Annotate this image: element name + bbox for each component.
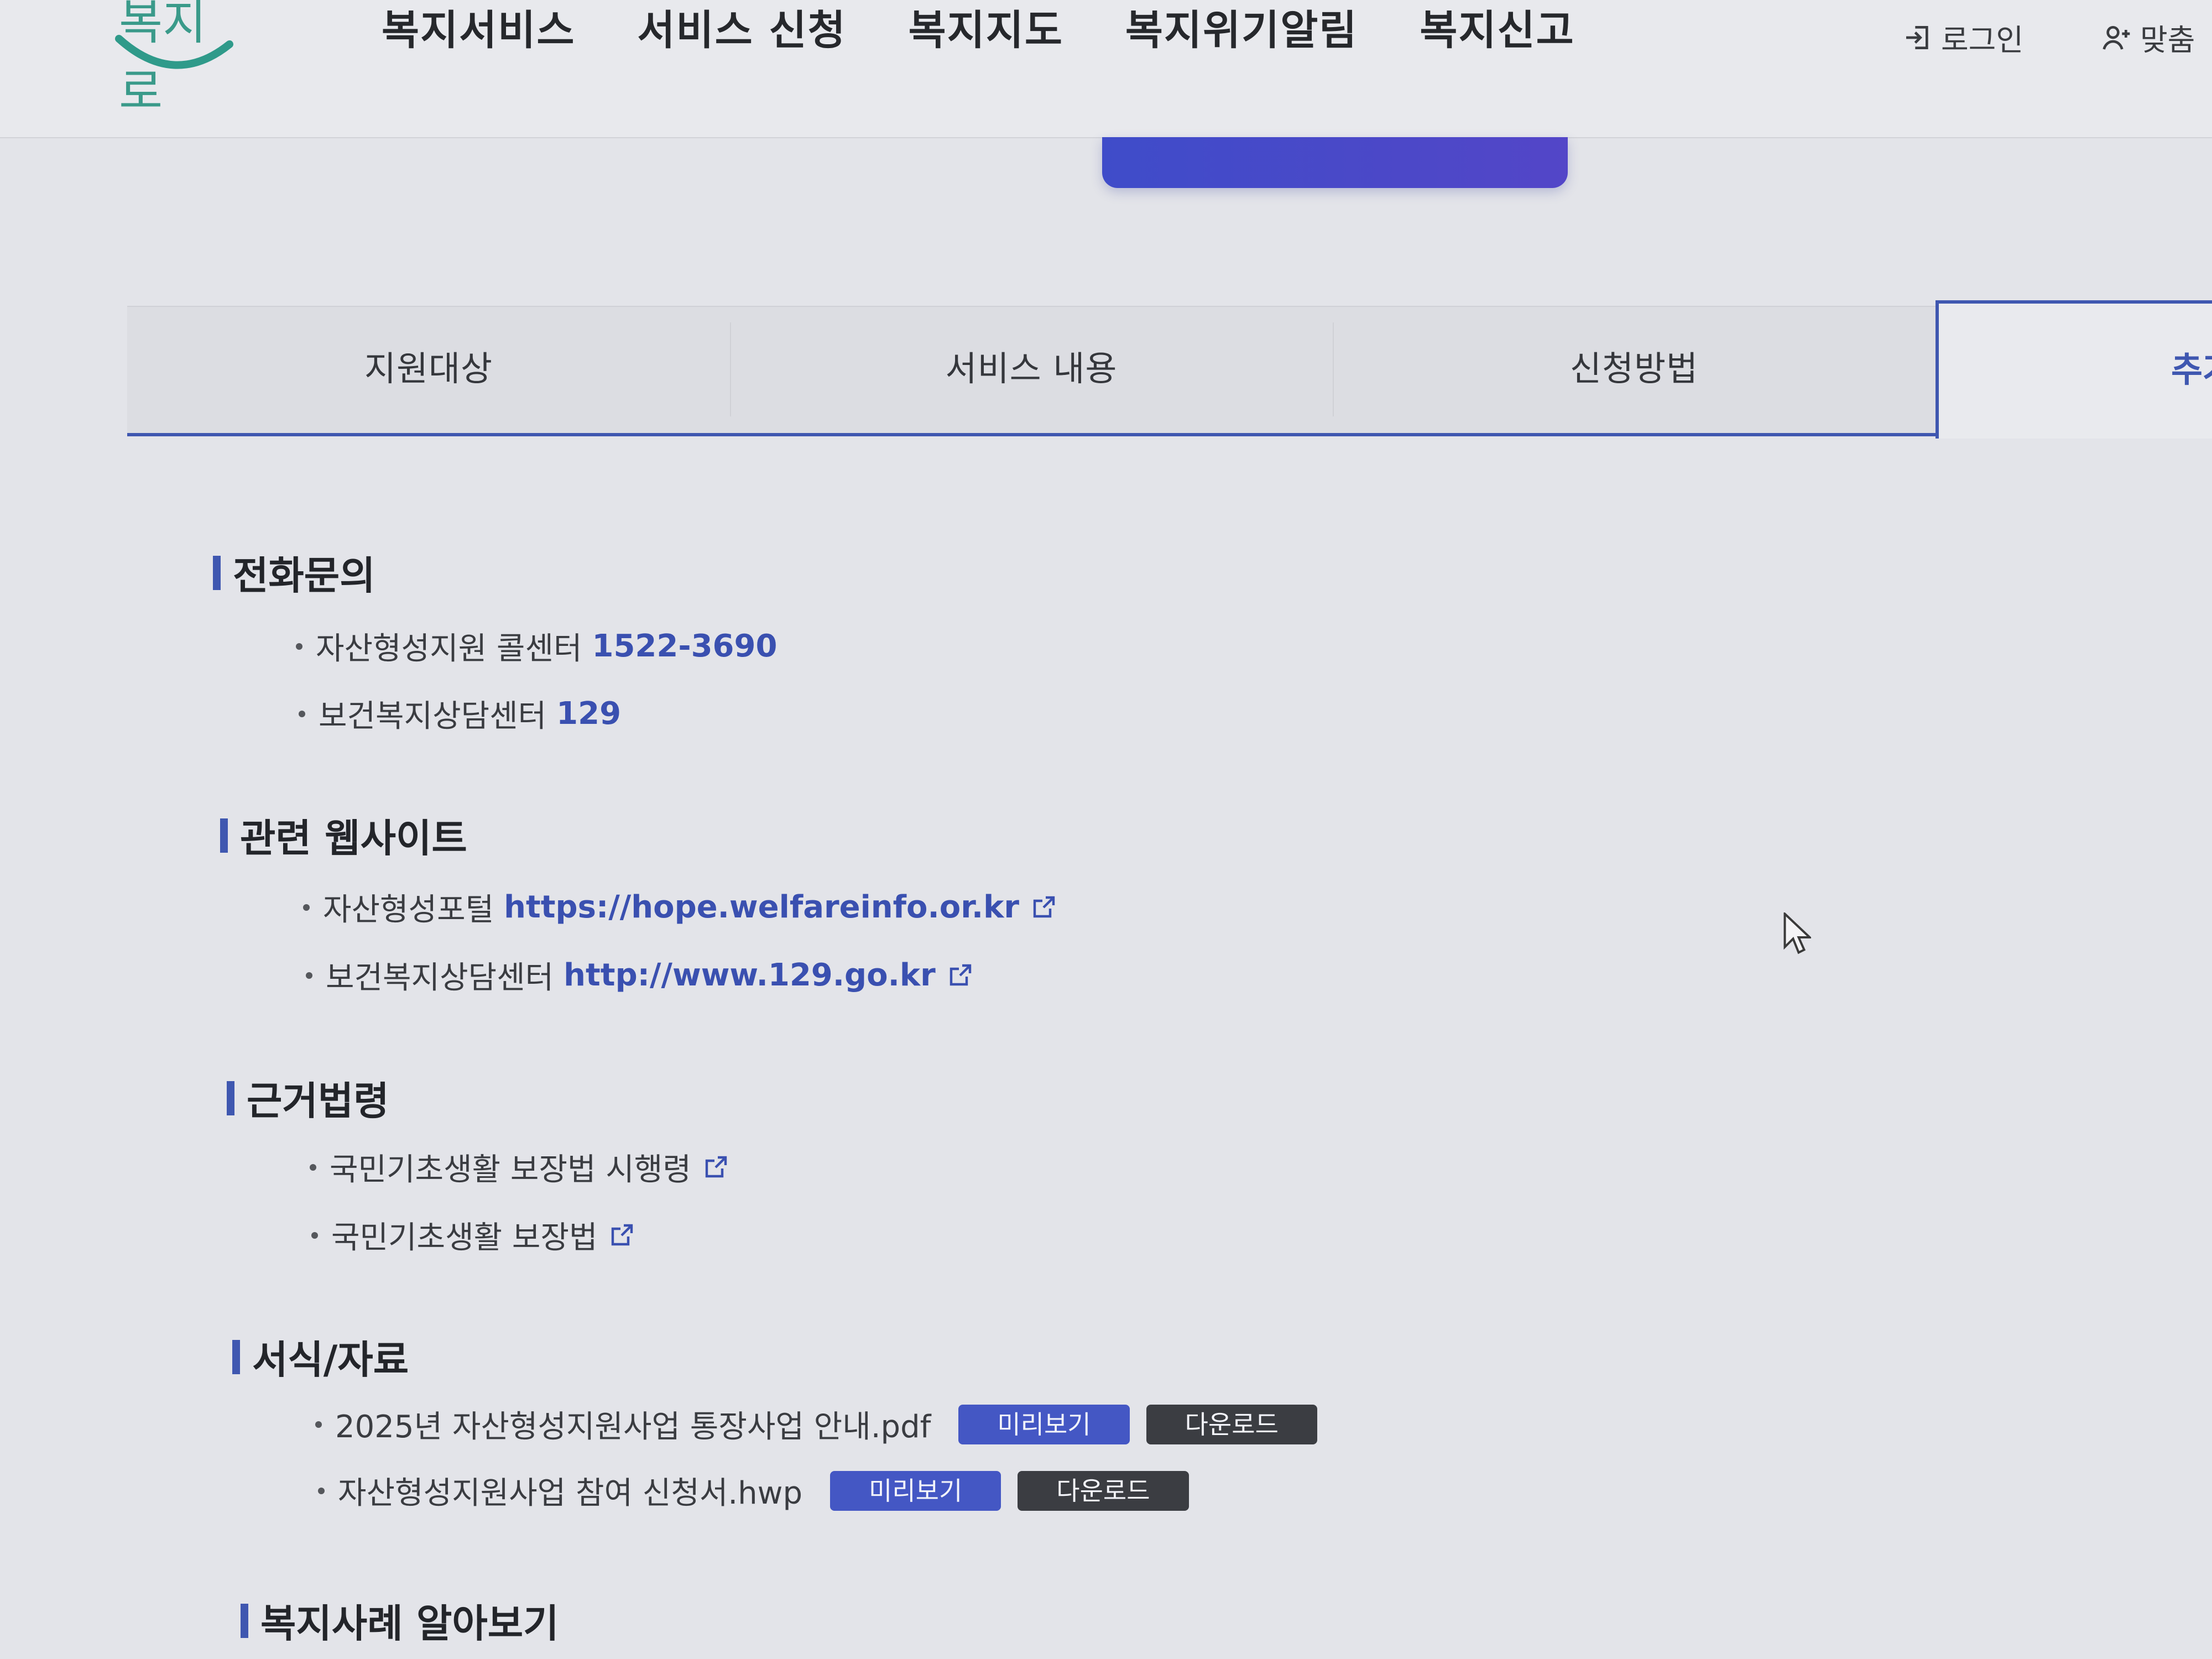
bullet — [306, 972, 312, 979]
tab-target[interactable]: 지원대상 — [127, 306, 730, 432]
file-name: 자산형성지원사업 참여 신청서.hwp — [338, 1475, 803, 1511]
website-link[interactable]: https://hope.welfareinfo.or.kr — [504, 889, 1019, 925]
list-item: 자산형성지원사업 참여 신청서.hwp 미리보기 다운로드 — [318, 1468, 1189, 1513]
nav-welfare-report[interactable]: 복지신고 — [1420, 0, 1574, 61]
section-cases: 복지사례 알아보기 — [241, 1593, 559, 1648]
tab-additional-info[interactable]: 추가 — [1936, 300, 2212, 439]
section-bar — [227, 1081, 234, 1115]
list-item: 자산형성포털 https://hope.welfareinfo.or.kr — [303, 885, 1057, 930]
phone-label: 보건복지상담센터 — [319, 698, 547, 734]
law-label: 국민기초생활 보장법 시행령 — [330, 1152, 691, 1188]
list-item: 자산형성지원 콜센터 1522-3690 — [296, 624, 777, 669]
detail-tabs: 지원대상 서비스 내용 신청방법 추가 — [127, 300, 2212, 439]
section-title: 관련 웹사이트 — [220, 807, 467, 863]
section-bar — [232, 1339, 240, 1374]
user-plus-icon — [2103, 25, 2130, 50]
phone-number[interactable]: 129 — [556, 696, 621, 732]
list-item: 보건복지상담센터 129 — [299, 691, 621, 736]
bullet — [296, 643, 302, 650]
section-bar — [241, 1603, 248, 1638]
site-header: 복지로 복지서비스 서비스 신청 복지지도 복지위기알림 복지신고 로그인 맞춤 — [0, 0, 2212, 138]
section-bar — [213, 555, 221, 590]
external-link-icon[interactable] — [947, 962, 973, 989]
section-phone-title: 전화문의 — [233, 553, 375, 598]
preview-button[interactable]: 미리보기 — [958, 1404, 1130, 1444]
login-icon — [1906, 25, 1928, 49]
custom-link[interactable]: 맞춤 — [2101, 15, 2195, 59]
external-link-icon[interactable] — [702, 1154, 729, 1181]
nav-welfare-map[interactable]: 복지지도 — [909, 0, 1063, 61]
main-nav: 복지서비스 서비스 신청 복지지도 복지위기알림 복지신고 — [382, 0, 1575, 61]
section-laws: 근거법령 — [227, 1070, 389, 1126]
section-forms-title: 서식/자료 — [252, 1337, 409, 1383]
external-link-icon[interactable] — [608, 1222, 635, 1249]
phone-label: 자산형성지원 콜센터 — [316, 631, 582, 667]
section-phone: 전화문의 — [213, 545, 375, 601]
download-button[interactable]: 다운로드 — [1146, 1404, 1317, 1444]
section-cases-title: 복지사례 알아보기 — [260, 1601, 559, 1646]
bullet — [315, 1421, 322, 1428]
law-label: 국민기초생활 보장법 — [331, 1220, 598, 1256]
preview-button[interactable]: 미리보기 — [830, 1470, 1001, 1511]
mouse-cursor-icon — [1783, 912, 1811, 954]
website-link[interactable]: http://www.129.go.kr — [564, 957, 936, 993]
list-item: 국민기초생활 보장법 — [311, 1213, 635, 1258]
list-item: 2025년 자산형성지원사업 통장사업 안내.pdf 미리보기 다운로드 — [315, 1402, 1317, 1447]
section-bar — [220, 818, 228, 853]
custom-label: 맞춤 — [2140, 23, 2195, 58]
service-action-button[interactable] — [1102, 137, 1568, 188]
download-button[interactable]: 다운로드 — [1018, 1470, 1189, 1511]
section-title: 전화문의 — [213, 545, 375, 601]
website-label: 자산형성포털 — [323, 892, 494, 928]
phone-number[interactable]: 1522-3690 — [592, 628, 777, 664]
bullet — [303, 904, 310, 911]
tab-additional-label: 추가 — [2171, 349, 2212, 390]
login-label: 로그인 — [1941, 23, 2024, 58]
nav-service-apply[interactable]: 서비스 신청 — [637, 0, 846, 61]
tab-service-content[interactable]: 서비스 내용 — [730, 306, 1333, 432]
website-label: 보건복지상담센터 — [326, 960, 554, 996]
tab-apply-method[interactable]: 신청방법 — [1333, 306, 1936, 432]
login-link[interactable]: 로그인 — [1902, 15, 2023, 59]
section-title: 복지사례 알아보기 — [241, 1593, 559, 1648]
section-forms: 서식/자료 — [232, 1329, 409, 1385]
section-title: 서식/자료 — [232, 1329, 409, 1385]
section-websites-title: 관련 웹사이트 — [240, 816, 467, 861]
detail-content: 전화문의 자산형성지원 콜센터 1522-3690 보건복지상담센터 129 관… — [0, 434, 2212, 1659]
external-link-icon[interactable] — [1030, 894, 1057, 921]
bullet — [318, 1487, 325, 1494]
list-item: 보건복지상담센터 http://www.129.go.kr — [306, 953, 973, 998]
section-title: 근거법령 — [227, 1070, 389, 1126]
file-name: 2025년 자산형성지원사업 통장사업 안내.pdf — [335, 1409, 931, 1445]
nav-welfare-service[interactable]: 복지서비스 — [382, 0, 575, 61]
section-laws-title: 근거법령 — [247, 1078, 389, 1124]
section-websites: 관련 웹사이트 — [220, 807, 467, 863]
list-item: 국민기초생활 보장법 시행령 — [310, 1145, 729, 1190]
bullet — [310, 1164, 316, 1171]
site-logo[interactable]: 복지로 — [113, 0, 241, 119]
bullet — [311, 1232, 318, 1239]
bullet — [299, 710, 305, 717]
nav-crisis-alert[interactable]: 복지위기알림 — [1125, 0, 1358, 61]
logo-smile-icon — [115, 35, 233, 69]
